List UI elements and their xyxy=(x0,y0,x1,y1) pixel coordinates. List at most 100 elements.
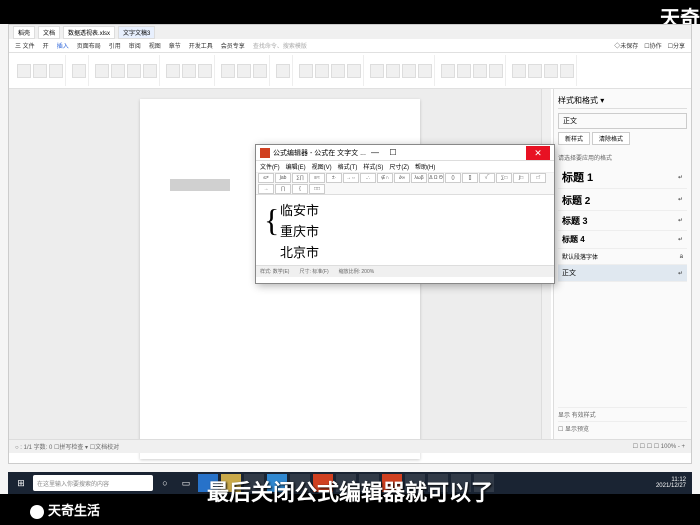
fe-tool-radical[interactable]: √‾ xyxy=(479,173,495,183)
fe-tool-matrix[interactable]: □□ xyxy=(309,184,325,194)
menu-file[interactable]: 三 文件 xyxy=(15,41,35,50)
fe-tool-brace-tpl[interactable]: { xyxy=(292,184,308,194)
fe-menu-help[interactable]: 帮助(H) xyxy=(415,162,435,171)
fe-tool-sum-tpl[interactable]: ∑□ xyxy=(496,173,512,183)
ribbon-resource-icon[interactable] xyxy=(221,64,235,78)
ribbon-icons-icon[interactable] xyxy=(143,64,157,78)
fe-tool-greek-lower[interactable]: λωβ xyxy=(411,173,427,183)
fe-tool-arrows[interactable]: →⇔ xyxy=(343,173,359,183)
fe-tool-relational[interactable]: ≤≠ xyxy=(258,173,274,183)
fe-tool-bracket[interactable]: [] xyxy=(462,173,478,183)
ribbon-flow-icon[interactable] xyxy=(237,64,251,78)
ribbon-attach-icon[interactable] xyxy=(418,64,432,78)
tab-xlsx[interactable]: 数据透视表.xlsx xyxy=(63,26,115,39)
ribbon-picture-icon[interactable] xyxy=(95,64,109,78)
share-button[interactable]: ☐分享 xyxy=(668,41,685,50)
fe-status-size: 尺寸: 标准(F) xyxy=(299,268,328,275)
fe-tool-integral-tpl[interactable]: ∫□ xyxy=(513,173,529,183)
ribbon-comment-icon[interactable] xyxy=(299,64,313,78)
fe-tool-greek-upper[interactable]: Δ Ω Θ xyxy=(428,173,444,183)
menu-view[interactable]: 视图 xyxy=(149,41,161,50)
style-heading3[interactable]: 标题 3↵ xyxy=(558,211,687,231)
unsaved-indicator[interactable]: ◇未保存 xyxy=(614,41,638,50)
style-body[interactable]: 正文↵ xyxy=(558,265,687,282)
ribbon-date-icon[interactable] xyxy=(402,64,416,78)
fe-tool-overbar[interactable]: □̄ xyxy=(530,173,546,183)
style-heading1[interactable]: 标题 1↵ xyxy=(558,166,687,189)
taskbar-clock[interactable]: 11:12 2021/12/27 xyxy=(656,477,688,489)
tab-home[interactable]: 稻壳 xyxy=(13,26,35,39)
fe-tool-fence[interactable]: () xyxy=(445,173,461,183)
ribbon-dropcap-icon[interactable] xyxy=(512,64,526,78)
menu-review[interactable]: 审阅 xyxy=(129,41,141,50)
ribbon-smartart-icon[interactable] xyxy=(166,64,180,78)
tab-active-doc[interactable]: 文字文稿3 xyxy=(118,26,155,39)
ribbon-more-icon[interactable] xyxy=(276,64,290,78)
formula-content-area[interactable]: { 临安市 重庆市 北京市 xyxy=(256,195,554,265)
fe-tool-calculus[interactable]: ∂∞ xyxy=(394,173,410,183)
ribbon-watermark-icon[interactable] xyxy=(347,64,361,78)
style-heading2[interactable]: 标题 2↵ xyxy=(558,189,687,211)
fe-tool-approx[interactable]: ≡≈ xyxy=(309,173,325,183)
menu-home[interactable]: 开 xyxy=(43,41,49,50)
fe-tool-sum[interactable]: ∑∏ xyxy=(292,173,308,183)
ribbon-mind-icon[interactable] xyxy=(253,64,267,78)
fe-tool-integral[interactable]: ∫ab xyxy=(275,173,291,183)
fe-tool-operators[interactable]: ±∙ xyxy=(326,173,342,183)
ribbon-wordart-icon[interactable] xyxy=(386,64,400,78)
ribbon-field-icon[interactable] xyxy=(441,64,455,78)
menu-page-layout[interactable]: 页面布局 xyxy=(77,41,101,50)
style-heading4[interactable]: 标题 4↵ xyxy=(558,231,687,249)
cortana-icon[interactable]: ○ xyxy=(156,474,174,492)
ribbon-crossref-icon[interactable] xyxy=(560,64,574,78)
fe-menu-style[interactable]: 样式(S) xyxy=(363,162,383,171)
ribbon-bookmark-icon[interactable] xyxy=(544,64,558,78)
taskbar-search[interactable]: 在这里输入你要搜索的内容 xyxy=(33,475,153,491)
show-preview-toggle[interactable]: ☐ 显示预览 xyxy=(558,421,687,435)
task-view-icon[interactable]: ▭ xyxy=(177,474,195,492)
ribbon-screenshot-icon[interactable] xyxy=(111,64,125,78)
menu-member[interactable]: 会员专享 xyxy=(221,41,245,50)
ribbon-link-icon[interactable] xyxy=(528,64,542,78)
fe-tool-set[interactable]: ∉∩ xyxy=(377,173,393,183)
close-button[interactable]: ✕ xyxy=(526,146,550,160)
start-button[interactable]: ⊞ xyxy=(12,474,30,492)
fe-tool-product[interactable]: ∏ xyxy=(275,184,291,194)
menu-insert[interactable]: 插入 xyxy=(57,41,69,50)
maximize-button[interactable]: ☐ xyxy=(384,146,402,160)
formula-editor-titlebar[interactable]: 公式编辑器 - 公式在 文字文 ... — ☐ ✕ xyxy=(256,145,554,161)
menu-reference[interactable]: 引用 xyxy=(109,41,121,50)
menu-dev-tools[interactable]: 开发工具 xyxy=(189,41,213,50)
fe-menu-file[interactable]: 文件(F) xyxy=(260,162,280,171)
tab-doc1[interactable]: 文档 xyxy=(38,26,60,39)
ribbon-online-icon[interactable] xyxy=(198,64,212,78)
ribbon-shapes-icon[interactable] xyxy=(127,64,141,78)
fe-tool-logic[interactable]: .∴ xyxy=(360,173,376,183)
ribbon-cover-icon[interactable] xyxy=(17,64,31,78)
ribbon-chart-icon[interactable] xyxy=(182,64,196,78)
ribbon-header-icon[interactable] xyxy=(315,64,329,78)
style-default-font[interactable]: 默认段落字体a xyxy=(558,249,687,265)
menu-section[interactable]: 章节 xyxy=(169,41,181,50)
fe-menu-edit[interactable]: 编辑(E) xyxy=(286,162,306,171)
fe-menu-size[interactable]: 尺寸(Z) xyxy=(389,162,409,171)
new-style-button[interactable]: 新样式 xyxy=(558,132,590,145)
ribbon-number-icon[interactable] xyxy=(489,64,503,78)
menu-search[interactable]: 查找命令、搜索模版 xyxy=(253,41,307,50)
ribbon-blank-icon[interactable] xyxy=(33,64,47,78)
minimize-button[interactable]: — xyxy=(366,146,384,160)
brace-icon: { xyxy=(264,195,279,246)
clear-format-button[interactable]: 清除格式 xyxy=(592,132,630,145)
ribbon-textbox-icon[interactable] xyxy=(370,64,384,78)
fe-menu-view[interactable]: 视图(V) xyxy=(312,162,332,171)
ribbon-formula-icon[interactable] xyxy=(473,64,487,78)
ribbon-table-icon[interactable] xyxy=(72,64,86,78)
ribbon-break-icon[interactable] xyxy=(49,64,63,78)
show-filter-label[interactable]: 显示 有效样式 xyxy=(558,407,687,421)
status-right[interactable]: ☐ ☐ ☐ ☐ 100% - + xyxy=(633,443,685,450)
collab-button[interactable]: ☐协作 xyxy=(644,41,661,50)
fe-menu-format[interactable]: 格式(T) xyxy=(338,162,358,171)
ribbon-symbol-icon[interactable] xyxy=(457,64,471,78)
fe-tool-arrow-tpl[interactable]: → xyxy=(258,184,274,194)
ribbon-pagenum-icon[interactable] xyxy=(331,64,345,78)
